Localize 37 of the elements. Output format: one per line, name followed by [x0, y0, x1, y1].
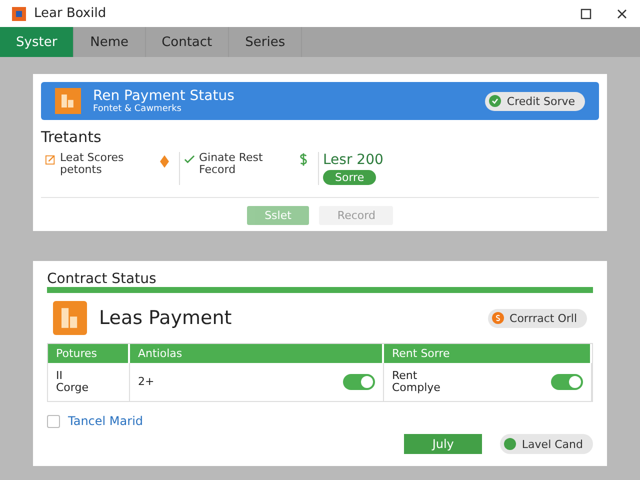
- july-button[interactable]: July: [404, 434, 482, 454]
- check-icon: [184, 154, 195, 165]
- header-title: Ren Payment Status: [93, 88, 234, 104]
- circle-icon: [504, 438, 516, 450]
- column-header: Rent Sorre: [384, 344, 592, 363]
- dollar-icon: [299, 153, 308, 166]
- maximize-icon[interactable]: [580, 8, 592, 20]
- toggle-switch[interactable]: [551, 374, 583, 390]
- score-tag: Sorre: [323, 170, 376, 185]
- window-title: Lear Boxild: [34, 6, 106, 21]
- checkbox[interactable]: [47, 414, 60, 428]
- credit-score-button[interactable]: Credit Sorve: [484, 92, 585, 110]
- app-icon: [12, 6, 26, 20]
- pencil-icon: [45, 154, 56, 165]
- cell-text: 2+: [138, 376, 156, 388]
- diamond-icon: [160, 155, 169, 168]
- column-header: Antiolas: [130, 344, 384, 363]
- section-title: Contract Status: [47, 271, 158, 287]
- contract-button[interactable]: Corrract Orll: [488, 308, 587, 328]
- toggle-switch[interactable]: [343, 374, 375, 390]
- cell-text: II Corge: [56, 370, 90, 394]
- section-title: Tretants: [41, 128, 102, 146]
- chart-icon: [53, 301, 87, 335]
- close-icon[interactable]: [616, 8, 628, 20]
- item-text: Leat Scores petonts: [60, 152, 125, 176]
- payment-title: Leas Payment: [99, 307, 232, 329]
- chart-icon: [55, 88, 81, 114]
- amount-text: Lesr 200: [323, 152, 384, 168]
- level-card-button[interactable]: Lavel Cand: [500, 434, 593, 454]
- dollar-icon: [492, 312, 504, 324]
- item-text: Ginate Rest Fecord: [199, 152, 264, 176]
- tab[interactable]: Syster: [0, 27, 74, 57]
- header-subtitle: Fontet & Cawmerks: [93, 104, 182, 114]
- cell-text: Rent Complye: [392, 370, 442, 394]
- column-header: Potures: [48, 344, 130, 363]
- checkbox-label[interactable]: Tancel Marid: [68, 414, 144, 428]
- check-icon: [488, 95, 501, 107]
